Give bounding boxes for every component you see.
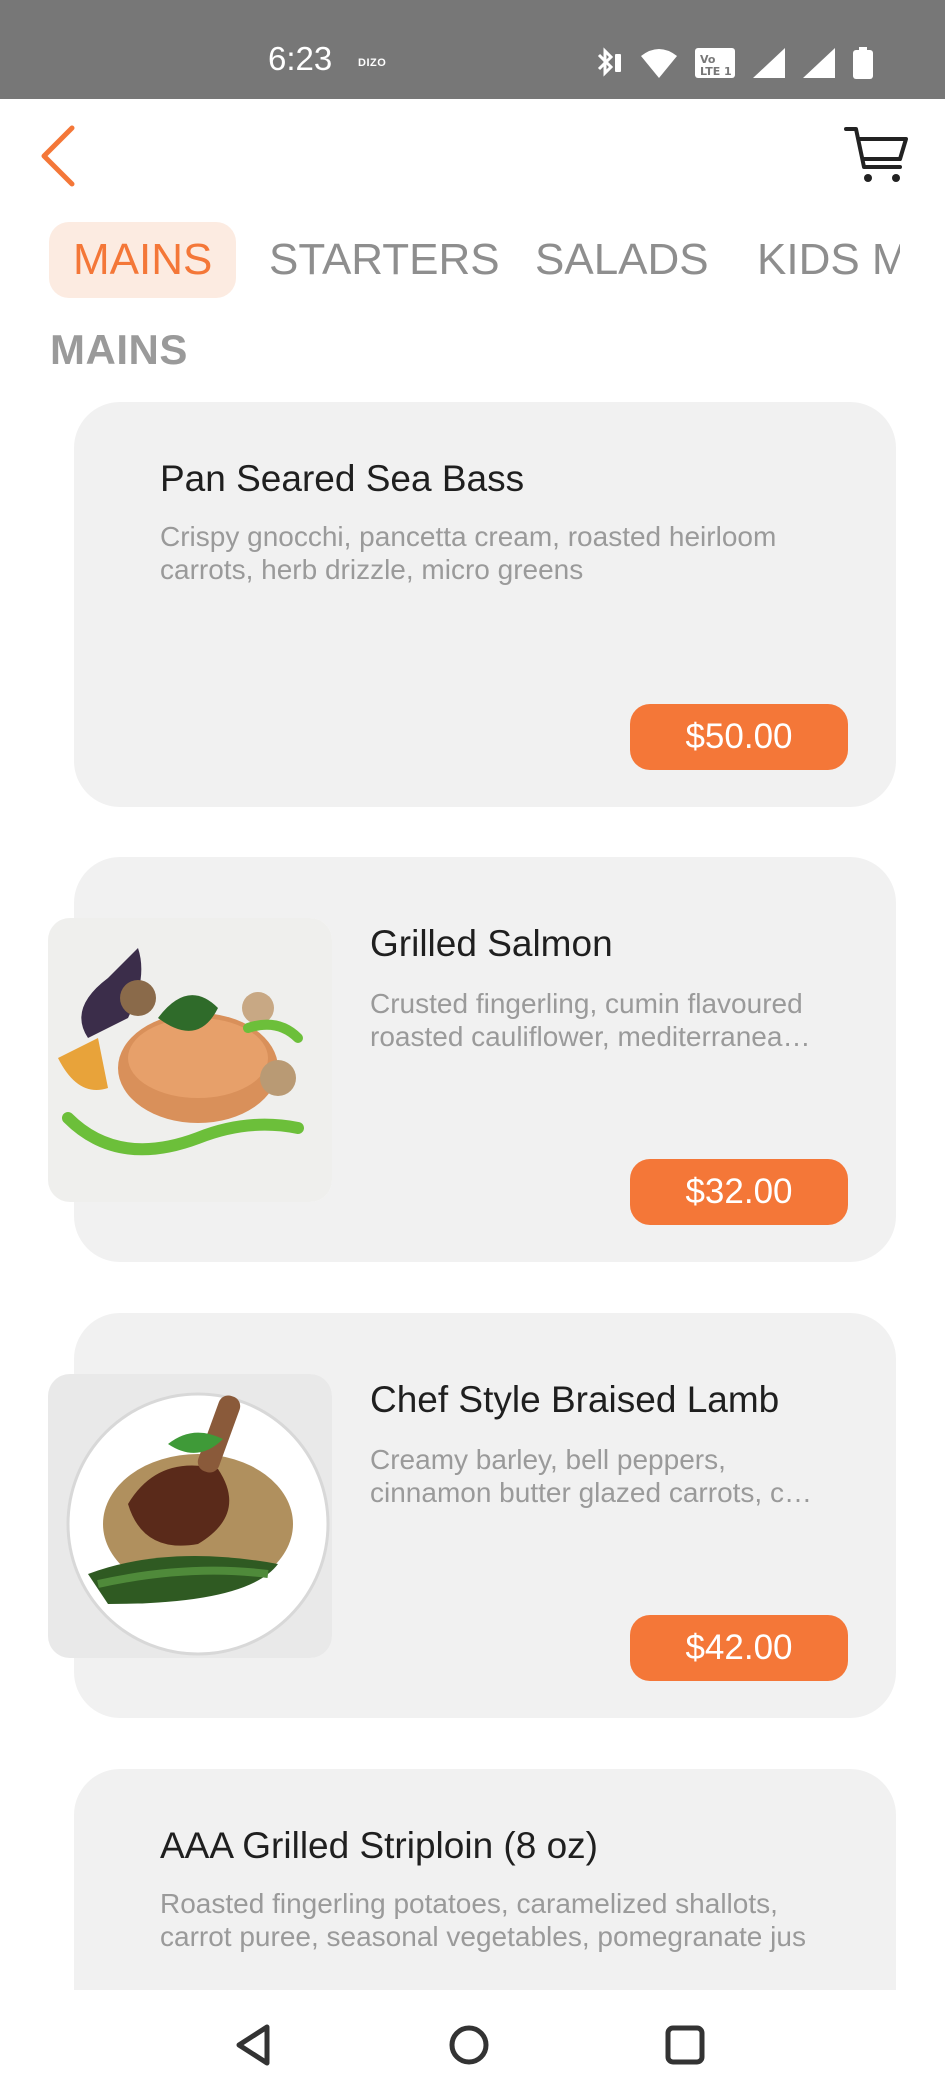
wifi-icon: [639, 46, 679, 80]
dish-image: [48, 1374, 332, 1658]
nav-back-button[interactable]: [218, 2010, 288, 2080]
section-title: MAINS: [50, 326, 188, 373]
triangle-back-icon: [236, 2024, 270, 2066]
cart-icon: [844, 127, 908, 182]
volte-icon: Vo LTE 1: [693, 46, 737, 80]
system-nav-bar: [0, 1990, 945, 2100]
cart-button[interactable]: [841, 119, 913, 191]
status-time: 6:23: [268, 40, 333, 77]
menu-item-card[interactable]: Pan Seared Sea Bass Crispy gnocchi, panc…: [74, 402, 896, 807]
status-icons: Vo LTE 1: [591, 44, 875, 82]
menu-item-description: Creamy barley, bell peppers, cinnamon bu…: [370, 1444, 812, 1508]
nav-home-button[interactable]: [434, 2010, 504, 2080]
square-recents-icon: [665, 2025, 705, 2065]
menu-item-name: Pan Seared Sea Bass: [160, 458, 525, 499]
dish-image: [48, 918, 332, 1202]
tab-kids-menu[interactable]: KIDS MENU: [757, 222, 900, 298]
status-carrier: DIZO: [358, 57, 387, 69]
menu-item-description: Crusted fingerling, cumin flavoured roas…: [370, 988, 811, 1052]
price-button[interactable]: $32.00: [630, 1159, 848, 1225]
svg-text:LTE 1: LTE 1: [700, 65, 732, 78]
back-button[interactable]: [28, 121, 88, 191]
chevron-left-icon: [41, 125, 75, 187]
tab-mains[interactable]: MAINS: [49, 222, 237, 298]
tab-starters[interactable]: STARTERS: [269, 222, 500, 298]
bluetooth-icon: [591, 46, 625, 80]
signal-icon: [801, 46, 837, 80]
menu-item-name: Grilled Salmon: [370, 923, 613, 964]
menu-item-name: AAA Grilled Striploin (8 oz): [160, 1825, 599, 1866]
nav-recents-button[interactable]: [650, 2010, 720, 2080]
tab-salads[interactable]: SALADS: [535, 222, 709, 298]
signal-icon: [751, 46, 787, 80]
battery-icon: [851, 46, 875, 80]
circle-home-icon: [449, 2025, 489, 2065]
category-tabs: MAINS STARTERS SALADS KIDS MENU: [0, 222, 900, 298]
app-header: [0, 99, 945, 219]
menu-item-description: Crispy gnocchi, pancetta cream, roasted …: [160, 521, 777, 585]
menu-item-name: Chef Style Braised Lamb: [370, 1379, 780, 1420]
price-button[interactable]: $50.00: [630, 704, 848, 770]
price-button[interactable]: $42.00: [630, 1615, 848, 1681]
status-bar: 6:23 DIZO Vo LTE 1: [0, 0, 945, 99]
menu-item-description: Roasted fingerling potatoes, caramelized…: [160, 1888, 806, 1952]
